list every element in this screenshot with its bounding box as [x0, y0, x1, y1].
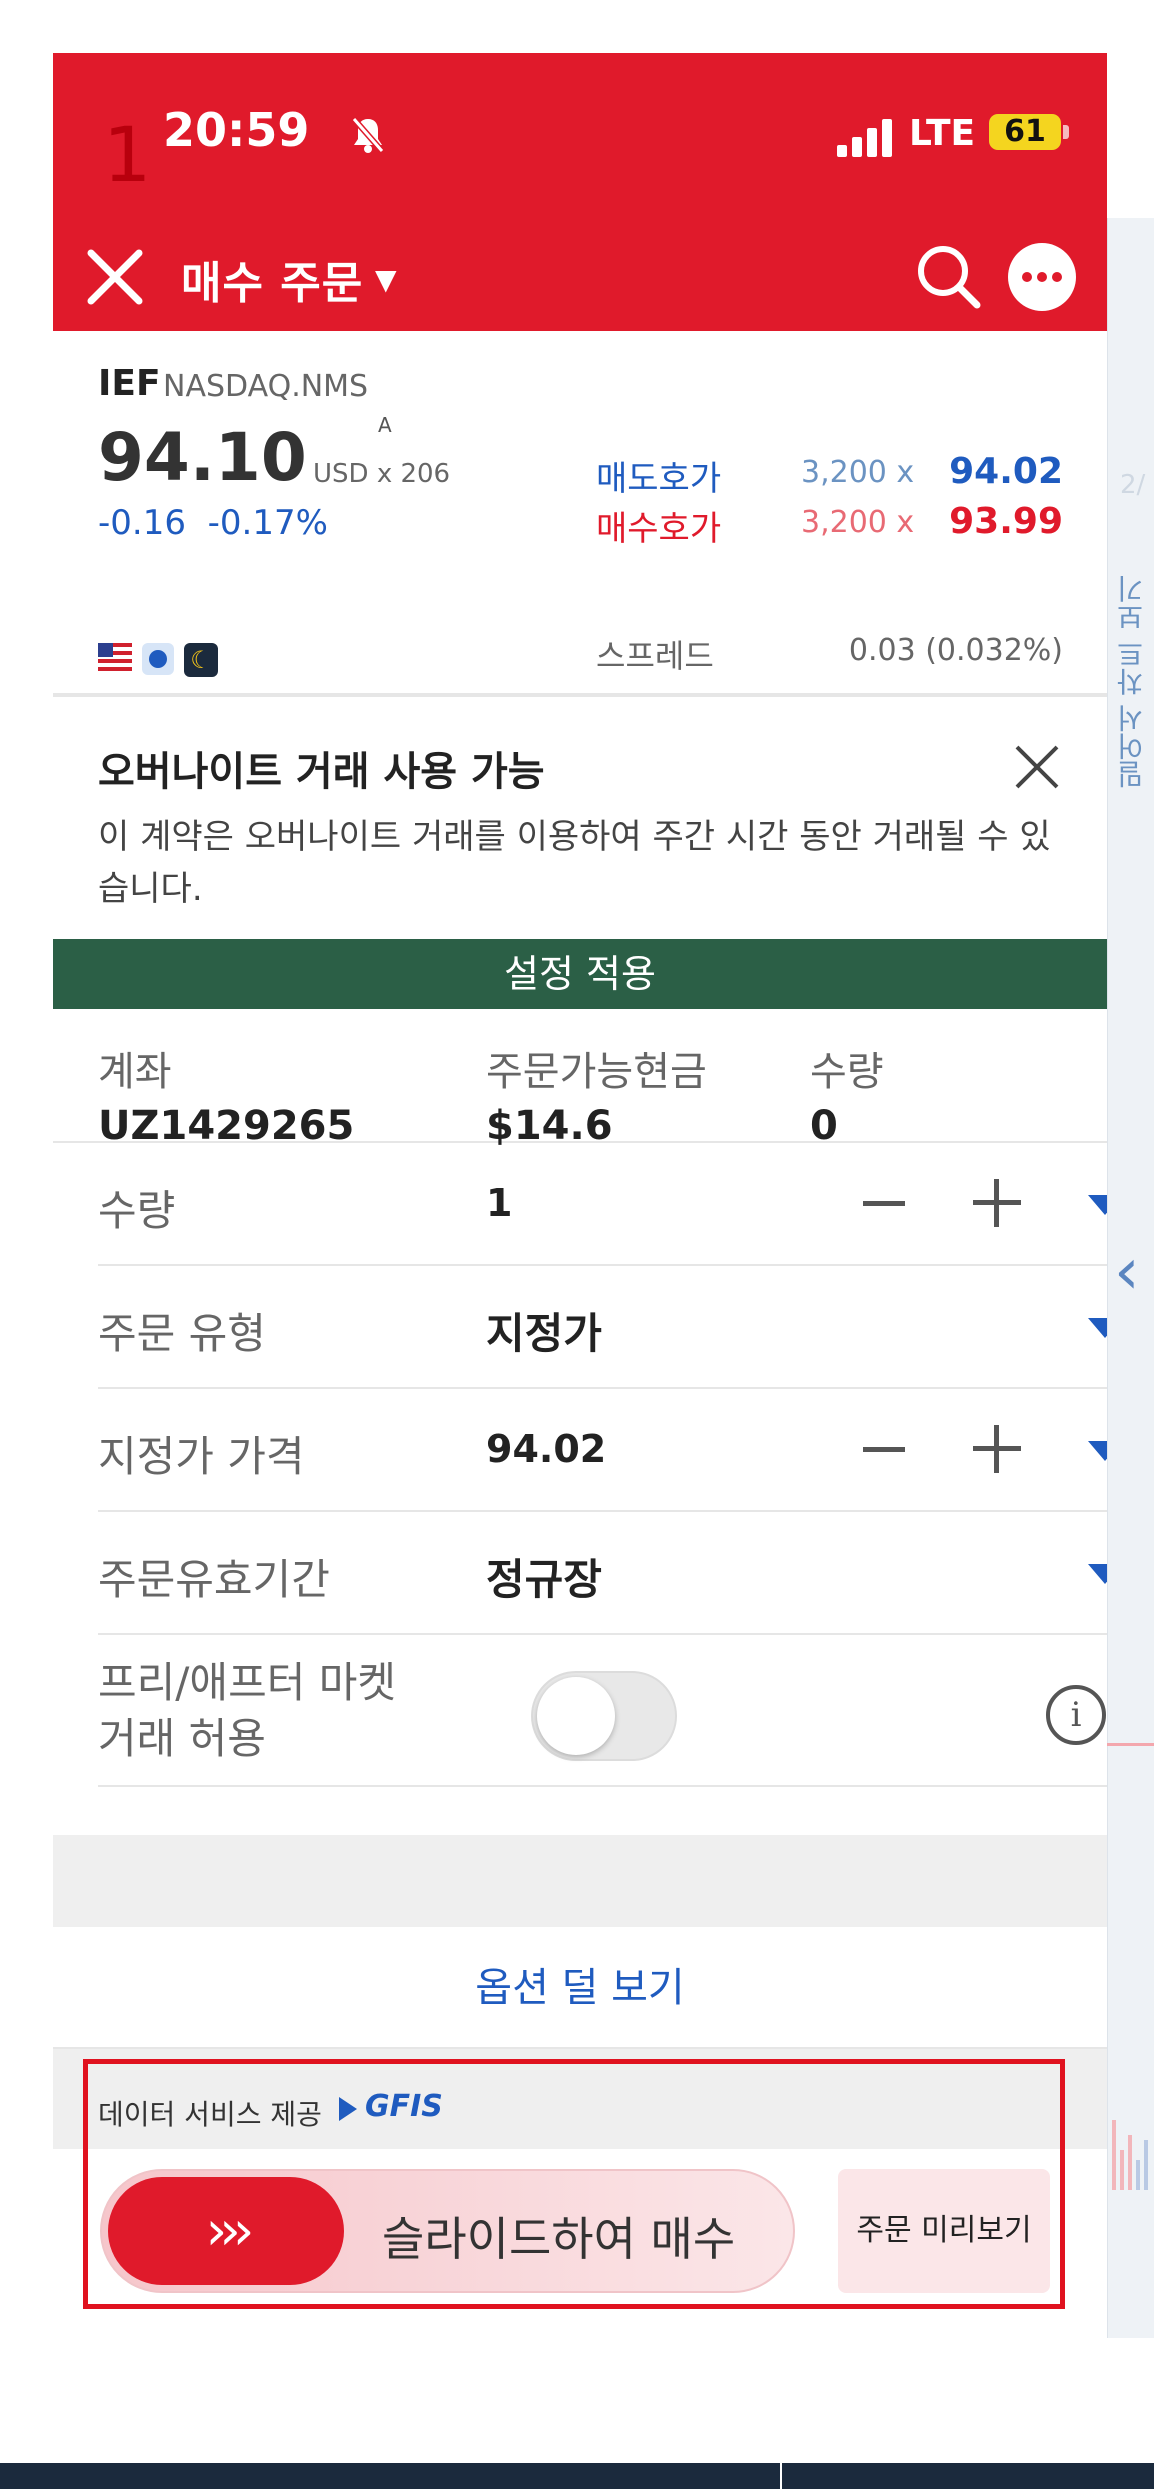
- extended-hours-label-line2: 거래 허용: [98, 1714, 266, 1763]
- chart-side-label[interactable]: 밀어서 차트 보기: [1112, 575, 1152, 789]
- bottom-divider: [780, 2463, 782, 2489]
- account-header: 계좌: [98, 1049, 172, 1095]
- moon-icon: ☾: [184, 643, 218, 677]
- dropdown-arrow-icon[interactable]: [1088, 1564, 1107, 1584]
- last-price: 94.10: [98, 419, 307, 496]
- account-summary: 계좌 UZ1429265 주문가능현금 $14.6 수량 0: [53, 1009, 1107, 1149]
- quantity-input[interactable]: 1: [486, 1181, 512, 1225]
- tif-label: 주문유효기간: [98, 1555, 330, 1604]
- bid-price[interactable]: 93.99: [949, 501, 1063, 542]
- cash-header: 주문가능현금: [486, 1049, 707, 1095]
- status-bar: 1 20:59 LTE 61: [53, 53, 1107, 221]
- ticker-symbol: IEF: [98, 363, 161, 404]
- extended-hours-toggle[interactable]: [531, 1671, 677, 1761]
- order-type-label: 주문 유형: [98, 1309, 266, 1358]
- dropdown-arrow-icon[interactable]: [1088, 1441, 1107, 1461]
- status-time: 20:59: [163, 103, 310, 157]
- time-in-force-row[interactable]: 주문유효기간 정규장: [98, 1512, 1107, 1635]
- notice-title: 오버나이트 거래 사용 가능: [98, 749, 545, 795]
- bottom-nav-strip: [0, 2463, 1154, 2489]
- signal-icon: [837, 117, 893, 157]
- ask-label: 매도호가: [596, 459, 722, 499]
- ask-qty: 3,200 x: [801, 455, 915, 490]
- clock-icon: [142, 643, 174, 675]
- side-chart-line: [1107, 1743, 1154, 1746]
- info-icon[interactable]: i: [1046, 1685, 1106, 1745]
- plus-icon[interactable]: [973, 1179, 1021, 1227]
- more-icon[interactable]: [1008, 243, 1076, 311]
- order-type-select[interactable]: 지정가: [486, 1300, 602, 1361]
- side-panel-ghost-text: 2/: [1120, 470, 1146, 500]
- app-header: 매수 주문 ▼: [53, 221, 1107, 331]
- page-title[interactable]: 매수 주문: [181, 247, 363, 311]
- quote-badge: A: [378, 413, 392, 437]
- change-percent: -0.17%: [207, 503, 328, 543]
- highlight-box: [83, 2059, 1065, 2309]
- quantity-label: 수량: [98, 1186, 176, 1235]
- extended-hours-label-line1: 프리/애프터 마켓: [98, 1658, 396, 1707]
- order-type-row[interactable]: 주문 유형 지정가: [98, 1266, 1107, 1389]
- price-change: -0.16 -0.17%: [98, 503, 328, 543]
- spacer-band: [53, 1835, 1107, 1927]
- quantity-row: 수량 1: [98, 1143, 1107, 1266]
- position-qty-header: 수량: [810, 1049, 884, 1095]
- bid-label: 매수호가: [596, 509, 722, 549]
- us-flag-icon: [98, 643, 132, 671]
- spread-value: 0.03 (0.032%): [848, 633, 1063, 668]
- search-icon[interactable]: [913, 241, 983, 311]
- change-value: -0.16: [98, 503, 186, 543]
- limit-price-label: 지정가 가격: [98, 1432, 305, 1481]
- extended-hours-row: 프리/애프터 마켓 거래 허용 i: [98, 1635, 1107, 1787]
- bell-slash-icon: [351, 115, 385, 164]
- extended-hours-label: 프리/애프터 마켓 거래 허용: [98, 1655, 396, 1767]
- dropdown-arrow-icon[interactable]: [1088, 1195, 1107, 1215]
- order-screen: 1 20:59 LTE 61 매수 주문 ▼ IEF NASDAQ.NMS A …: [53, 53, 1107, 2463]
- limit-price-input[interactable]: 94.02: [486, 1427, 606, 1471]
- quote-panel: IEF NASDAQ.NMS A 94.10 USD x 206 -0.16 -…: [53, 331, 1107, 697]
- battery-tip: [1063, 125, 1069, 139]
- plus-icon[interactable]: [973, 1425, 1021, 1473]
- ask-price[interactable]: 94.02: [949, 451, 1063, 492]
- toggle-knob: [537, 1677, 615, 1755]
- minus-icon[interactable]: [863, 1201, 905, 1206]
- notice-body: 이 계약은 오버나이트 거래를 이용하여 주간 시간 동안 거래될 수 있습니다…: [98, 817, 1051, 909]
- limit-price-row: 지정가 가격 94.02: [98, 1389, 1107, 1512]
- side-chart-bars: [1112, 2100, 1152, 2190]
- spread-label: 스프레드: [596, 637, 714, 675]
- overnight-notice: 오버나이트 거래 사용 가능 이 계약은 오버나이트 거래를 이용하여 주간 시…: [53, 699, 1107, 939]
- chevron-left-icon[interactable]: ‹: [1114, 1240, 1140, 1304]
- bid-qty: 3,200 x: [801, 505, 915, 540]
- apply-settings-button[interactable]: 설정 적용: [53, 939, 1107, 1009]
- chevron-down-icon[interactable]: ▼: [375, 263, 397, 296]
- battery-icon: 61: [989, 114, 1061, 150]
- network-type: LTE: [909, 113, 976, 154]
- annotation-marker: 1: [103, 110, 152, 199]
- currency-size: USD x 206: [313, 459, 451, 489]
- minus-icon[interactable]: [863, 1447, 905, 1452]
- dropdown-arrow-icon[interactable]: [1088, 1318, 1107, 1338]
- close-icon[interactable]: [83, 245, 147, 309]
- tif-select[interactable]: 정규장: [486, 1546, 602, 1607]
- close-icon[interactable]: [1011, 741, 1063, 793]
- show-less-options-link[interactable]: 옵션 덜 보기: [53, 1927, 1107, 2049]
- exchange-name: NASDAQ.NMS: [163, 369, 369, 404]
